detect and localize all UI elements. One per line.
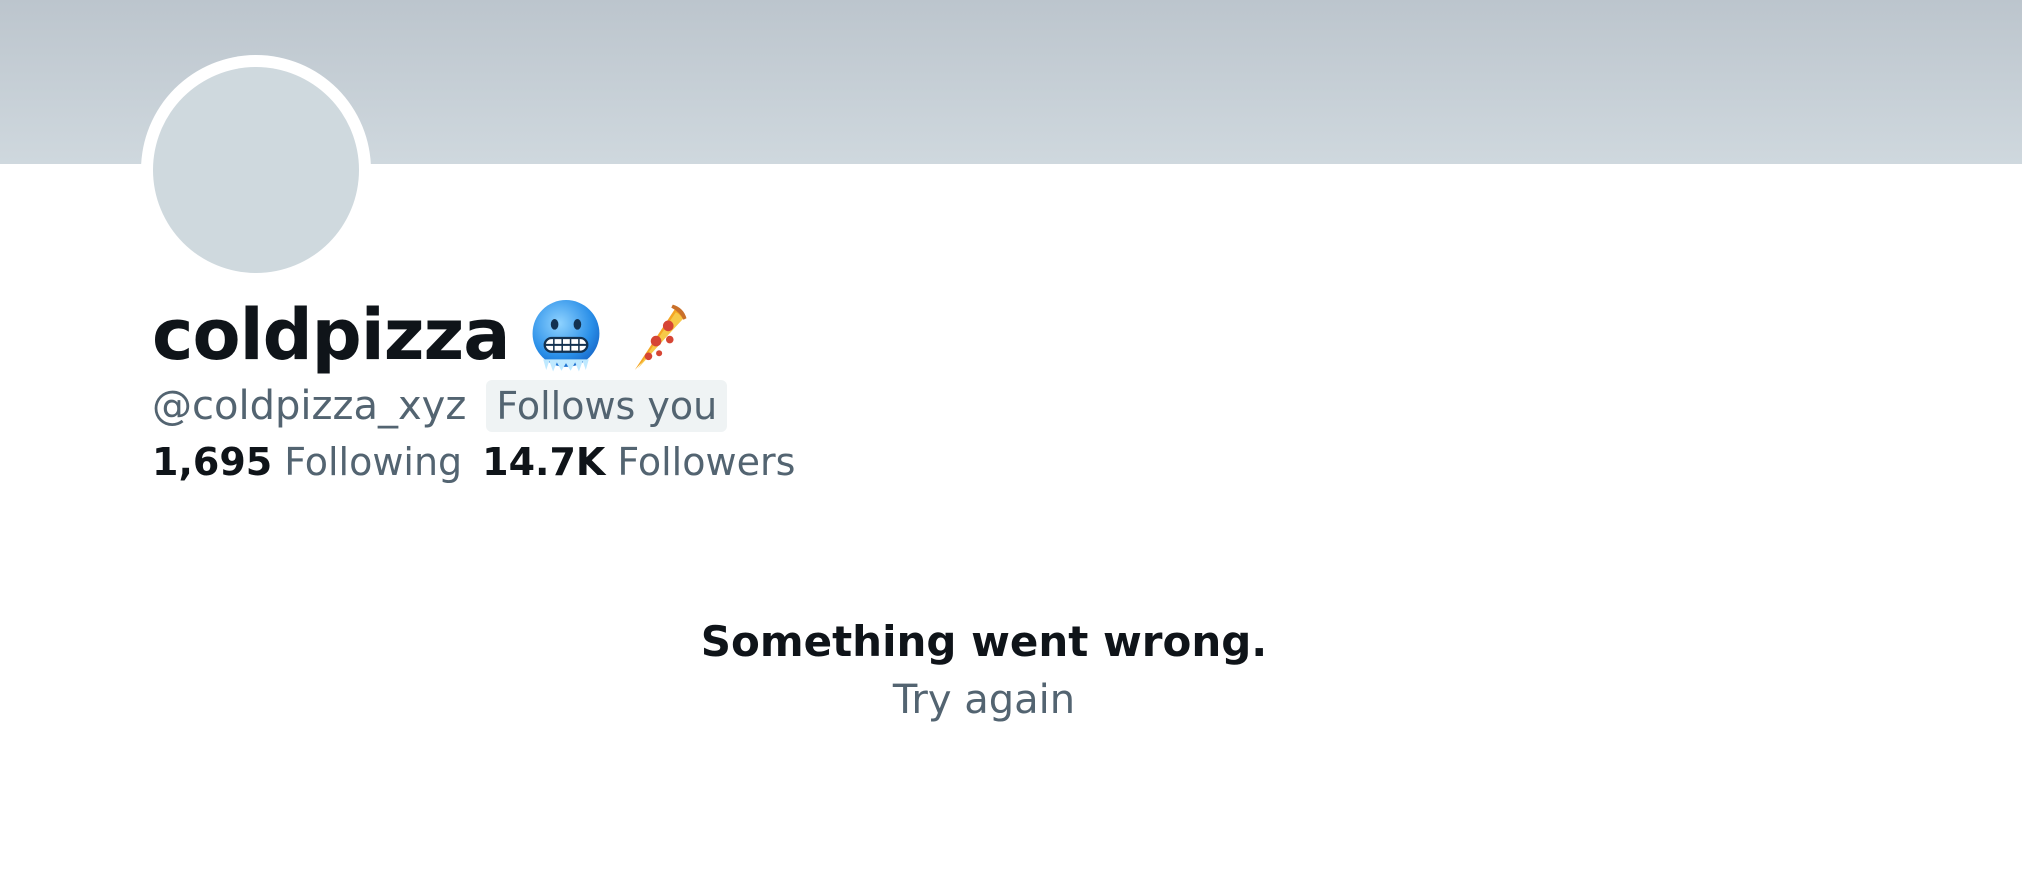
handle-row: @coldpizza_xyz Follows you xyxy=(152,380,728,432)
try-again-button[interactable]: Try again xyxy=(893,672,1075,728)
following-label: Following xyxy=(284,440,463,484)
avatar[interactable] xyxy=(153,67,359,273)
error-title: Something went wrong. xyxy=(700,617,1268,666)
avatar-ring xyxy=(141,55,371,285)
followers-link[interactable]: 14.7K Followers xyxy=(482,436,795,488)
profile-handle: @coldpizza_xyz xyxy=(152,383,467,429)
profile-page: coldpizza @coldpizza_xyz Follows you 1,6… xyxy=(0,0,2022,878)
pizza-slice-emoji-icon xyxy=(612,297,688,373)
following-link[interactable]: 1,695 Following xyxy=(152,436,462,488)
error-state: Something went wrong. Try again xyxy=(0,612,1968,728)
profile-name-row: coldpizza xyxy=(152,290,688,380)
cold-face-emoji-icon xyxy=(528,297,604,373)
profile-stats: 1,695 Following 14.7K Followers xyxy=(152,436,795,488)
followers-count: 14.7K xyxy=(482,440,606,484)
display-name: coldpizza xyxy=(152,294,511,376)
followers-label: Followers xyxy=(617,440,796,484)
following-count: 1,695 xyxy=(152,440,273,484)
follows-you-badge: Follows you xyxy=(486,380,728,432)
